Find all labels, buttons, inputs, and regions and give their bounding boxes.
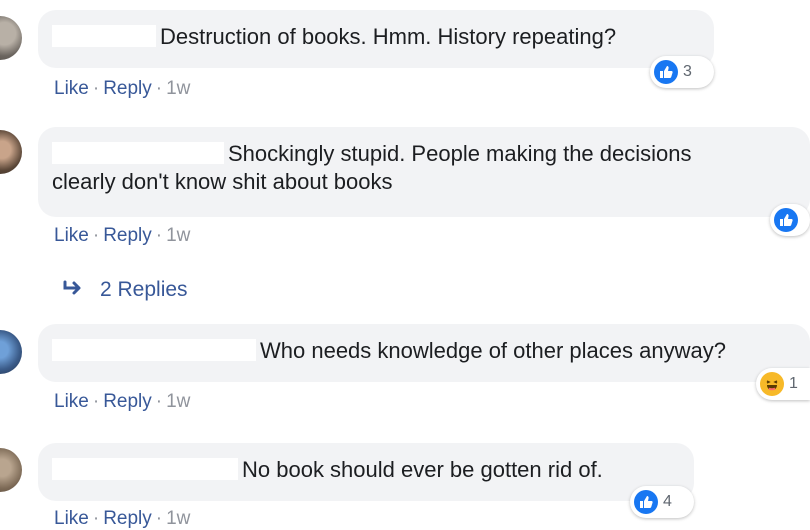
separator: ·	[155, 225, 163, 246]
view-replies-link[interactable]: 2 Replies	[62, 278, 188, 302]
timestamp[interactable]: 1w	[166, 508, 190, 529]
comment-bubble: No book should ever be gotten rid of.	[38, 443, 694, 501]
timestamp[interactable]: 1w	[166, 78, 190, 99]
separator: ·	[155, 78, 163, 99]
comment-text-line1: Shockingly stupid. People making the dec…	[228, 141, 692, 166]
like-icon	[774, 208, 798, 232]
reaction-count: 3	[683, 63, 692, 80]
avatar[interactable]	[0, 130, 22, 174]
separator: ·	[92, 78, 100, 99]
reaction-count: 1	[789, 375, 798, 392]
redacted-name	[52, 25, 156, 47]
comment-text: No book should ever be gotten rid of.	[242, 457, 603, 482]
avatar[interactable]	[0, 448, 22, 492]
haha-icon	[760, 372, 784, 396]
separator: ·	[155, 508, 163, 529]
reply-arrow-icon	[62, 278, 84, 302]
comment-bubble: Shockingly stupid. People making the dec…	[38, 127, 810, 217]
comment-text: Destruction of books. Hmm. History repea…	[160, 24, 617, 49]
comment-actions: Like · Reply · 1w	[54, 78, 190, 100]
like-icon	[654, 60, 678, 84]
comment-text-line2: clearly don't know shit about books	[52, 169, 393, 194]
reactions-badge[interactable]: 4	[630, 486, 694, 518]
comment-bubble: Who needs knowledge of other places anyw…	[38, 324, 810, 382]
separator: ·	[92, 225, 100, 246]
reaction-count: 4	[663, 493, 672, 510]
like-link[interactable]: Like	[54, 391, 89, 412]
like-link[interactable]: Like	[54, 78, 89, 99]
comment-actions: Like · Reply · 1w	[54, 225, 190, 247]
reply-link[interactable]: Reply	[103, 508, 152, 529]
redacted-name	[52, 458, 238, 480]
replies-count-label[interactable]: 2 Replies	[100, 278, 188, 302]
timestamp[interactable]: 1w	[166, 391, 190, 412]
comment-actions: Like · Reply · 1w	[54, 508, 190, 530]
reply-link[interactable]: Reply	[103, 78, 152, 99]
separator: ·	[155, 391, 163, 412]
reply-link[interactable]: Reply	[103, 391, 152, 412]
redacted-name	[52, 142, 224, 164]
like-link[interactable]: Like	[54, 225, 89, 246]
separator: ·	[92, 391, 100, 412]
reply-link[interactable]: Reply	[103, 225, 152, 246]
avatar[interactable]	[0, 330, 22, 374]
reactions-badge[interactable]: 3	[650, 56, 714, 88]
comment-actions: Like · Reply · 1w	[54, 391, 190, 413]
comment-text: Who needs knowledge of other places anyw…	[260, 338, 726, 363]
separator: ·	[92, 508, 100, 529]
reactions-badge[interactable]: 1	[756, 368, 810, 400]
like-icon	[634, 490, 658, 514]
redacted-name	[52, 339, 256, 361]
avatar[interactable]	[0, 16, 22, 60]
reactions-badge[interactable]	[770, 204, 810, 236]
timestamp[interactable]: 1w	[166, 225, 190, 246]
comment-bubble: Destruction of books. Hmm. History repea…	[38, 10, 714, 68]
like-link[interactable]: Like	[54, 508, 89, 529]
